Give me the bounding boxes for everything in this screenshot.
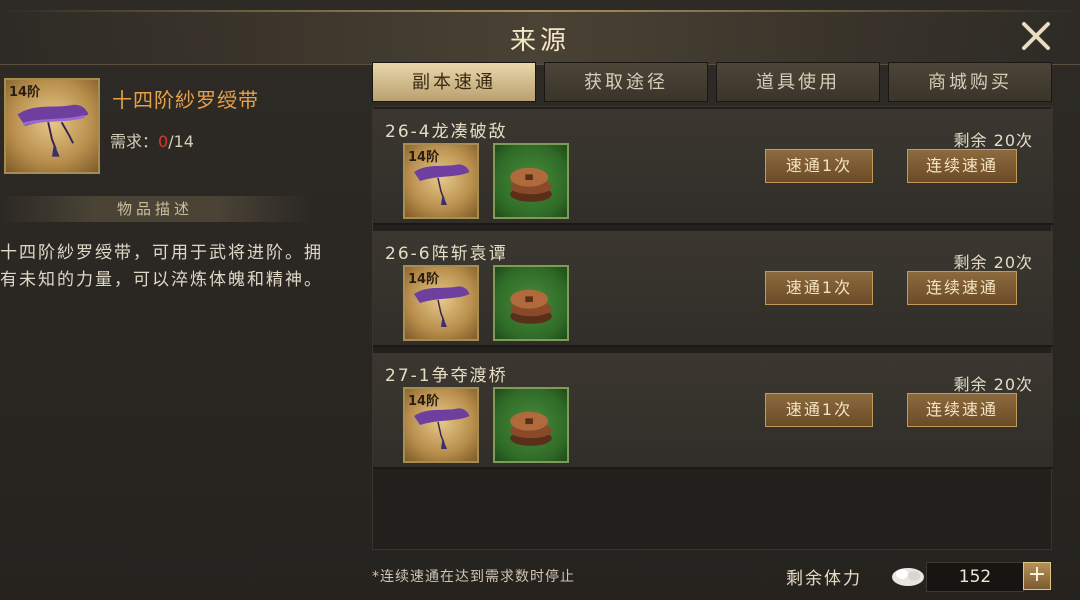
stage-title: 27-1争夺渡桥 xyxy=(385,366,508,386)
stage-list: 26-4龙凑破敌 剩余 20次 14阶 速通1次 连续速通 26-6阵斩袁谭 剩… xyxy=(372,106,1053,550)
stage-title: 26-4龙凑破敌 xyxy=(385,122,508,142)
close-icon xyxy=(1022,22,1050,50)
tab-dungeon-sweep[interactable]: 副本速通 xyxy=(372,62,536,102)
reward-coins-slot[interactable] xyxy=(493,265,569,341)
source-tabs: 副本速通 获取途径 道具使用 商城购买 xyxy=(372,62,1052,102)
sweep-once-button[interactable]: 速通1次 xyxy=(765,271,873,305)
tab-acquire-ways[interactable]: 获取途径 xyxy=(544,62,708,102)
stage-remaining: 剩余 20次 xyxy=(953,131,1033,150)
close-button[interactable] xyxy=(1018,18,1054,54)
coins-icon xyxy=(510,289,552,324)
plus-icon: + xyxy=(1027,562,1047,587)
stage-remaining: 剩余 20次 xyxy=(953,375,1033,394)
item-description: 十四阶紗罗绶带，可用于武将进阶。拥有未知的力量，可以淬炼体魄和精神。 xyxy=(0,243,323,290)
tab-item-use[interactable]: 道具使用 xyxy=(716,62,880,102)
reward-tier-label: 14阶 xyxy=(408,150,440,165)
stamina-label: 剩余体力 xyxy=(786,569,862,589)
stamina-icon xyxy=(888,562,928,588)
description-header: 物品描述 xyxy=(0,196,310,222)
item-tier-label: 14阶 xyxy=(9,85,41,100)
reward-item-slot[interactable]: 14阶 xyxy=(403,387,479,463)
coins-icon xyxy=(510,167,552,202)
reward-coins-slot[interactable] xyxy=(493,143,569,219)
sweep-continuous-button[interactable]: 连续速通 xyxy=(907,271,1017,305)
add-stamina-button[interactable]: + xyxy=(1023,562,1051,590)
item-requirement: 需求：0/14 xyxy=(110,128,194,152)
sweep-note: *连续速通在达到需求数时停止 xyxy=(372,569,575,585)
tab-shop-buy[interactable]: 商城购买 xyxy=(888,62,1052,102)
sweep-once-button[interactable]: 速通1次 xyxy=(765,393,873,427)
source-dialog: 来源 14阶 十四阶紗罗绶带 需求：0/14 物品描述 十四阶紗罗绶带，可用于武… xyxy=(0,0,1080,600)
reward-item-slot[interactable]: 14阶 xyxy=(403,265,479,341)
stage-title: 26-6阵斩袁谭 xyxy=(385,244,508,264)
reward-item-slot[interactable]: 14阶 xyxy=(403,143,479,219)
requirement-label: 需求： xyxy=(110,132,159,151)
reward-coins-slot[interactable] xyxy=(493,387,569,463)
item-name: 十四阶紗罗绶带 xyxy=(112,88,259,112)
dialog-title: 来源 xyxy=(509,26,570,56)
sweep-continuous-button[interactable]: 连续速通 xyxy=(907,149,1017,183)
stage-row: 26-4龙凑破敌 剩余 20次 14阶 速通1次 连续速通 xyxy=(373,109,1053,225)
requirement-total: /14 xyxy=(168,132,194,151)
title-bar: 来源 xyxy=(0,10,1080,65)
stamina-value: 152 xyxy=(926,562,1024,592)
coins-icon xyxy=(510,411,552,446)
requirement-current: 0 xyxy=(158,132,169,151)
sweep-continuous-button[interactable]: 连续速通 xyxy=(907,393,1017,427)
stage-row: 26-6阵斩袁谭 剩余 20次 14阶 速通1次 连续速通 xyxy=(373,231,1053,347)
stage-remaining: 剩余 20次 xyxy=(953,253,1033,272)
reward-tier-label: 14阶 xyxy=(408,272,440,287)
reward-tier-label: 14阶 xyxy=(408,394,440,409)
sweep-once-button[interactable]: 速通1次 xyxy=(765,149,873,183)
item-icon: 14阶 xyxy=(4,78,100,174)
stage-row: 27-1争夺渡桥 剩余 20次 14阶 速通1次 连续速通 xyxy=(373,353,1053,469)
